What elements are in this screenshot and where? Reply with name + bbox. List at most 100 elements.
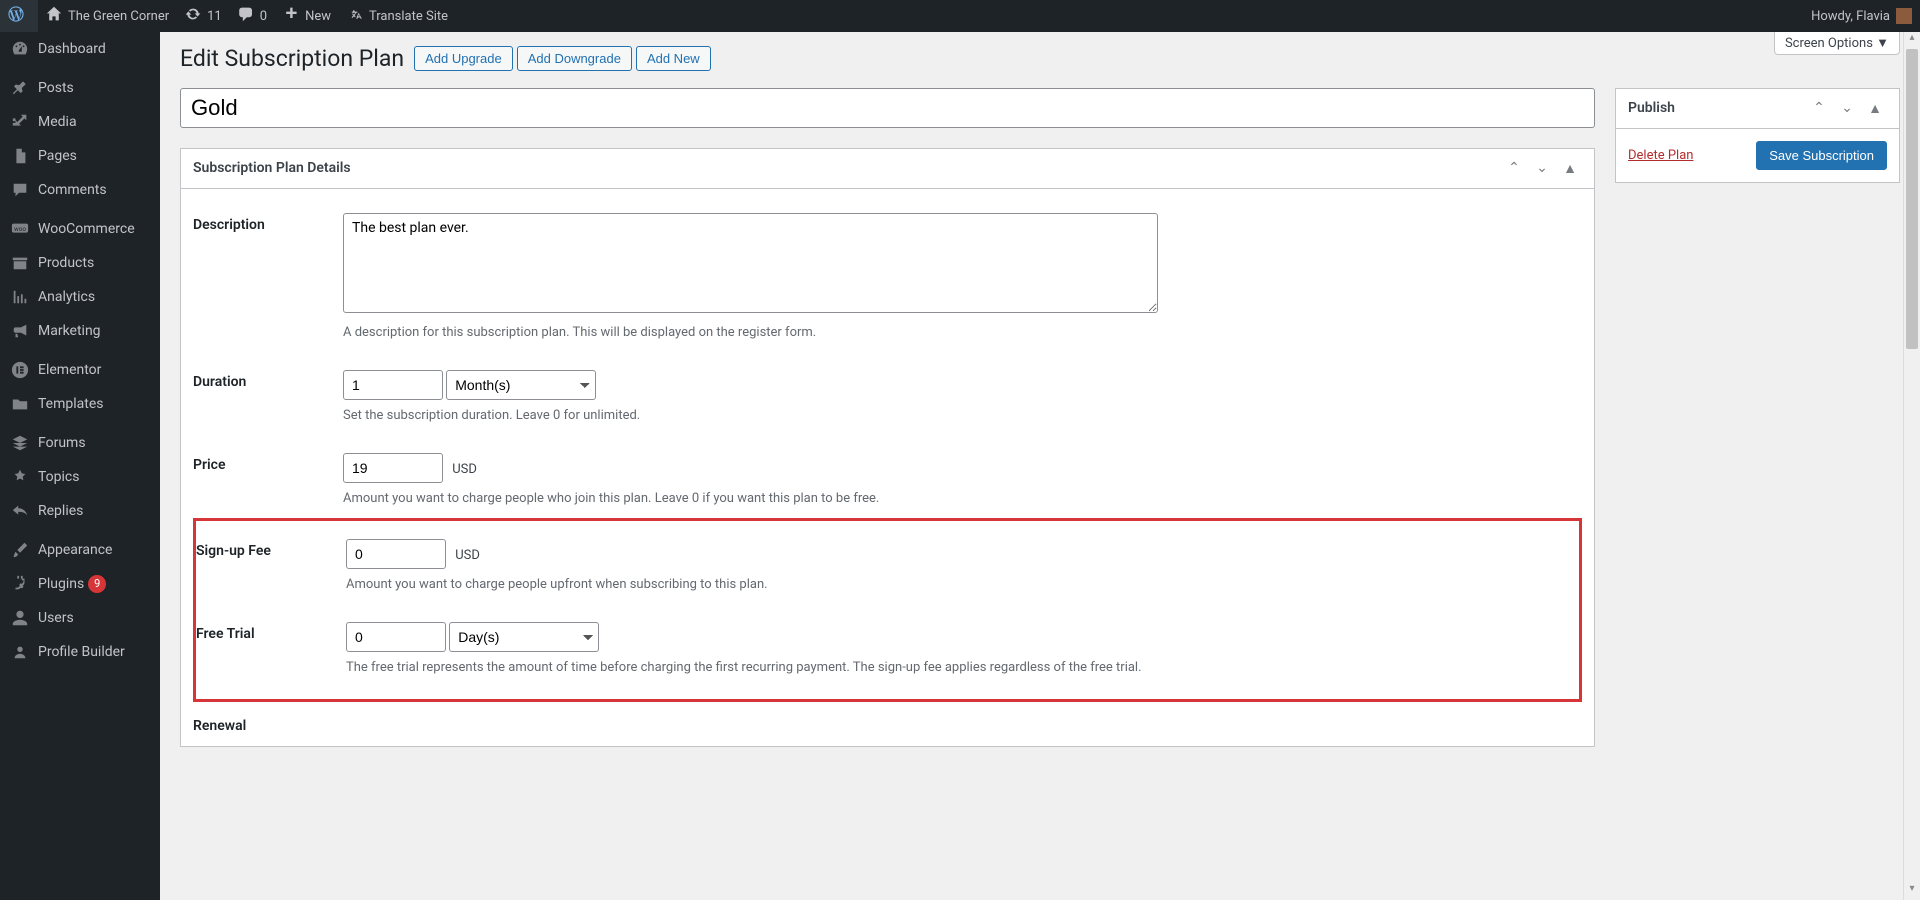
move-down-icon[interactable]: ⌄ [1835,96,1859,120]
sidebar-item-analytics[interactable]: Analytics [0,280,160,314]
sidebar-item-pages[interactable]: Pages [0,139,160,173]
signup-fee-label: Sign-up Fee [196,539,346,559]
add-new-button[interactable]: Add New [636,46,711,71]
duration-help: Set the subscription duration. Leave 0 f… [343,408,1582,423]
price-currency: USD [452,462,477,477]
wordpress-icon [8,6,24,26]
avatar [1896,8,1912,24]
sidebar-item-comments[interactable]: Comments [0,173,160,207]
dashboard-icon [10,40,30,58]
sidebar-item-profile-builder[interactable]: Profile Builder [0,635,160,669]
signup-fee-currency: USD [455,548,480,563]
home-icon [46,6,62,26]
chart-icon [10,288,30,306]
my-account-menu[interactable]: Howdy, Flavia [1803,0,1920,32]
free-trial-input[interactable] [346,622,446,652]
page-title: Edit Subscription Plan [180,44,404,74]
sidebar-item-label: Appearance [38,542,112,558]
sidebar-item-forums[interactable]: Forums [0,426,160,460]
free-trial-help: The free trial represents the amount of … [346,660,1161,675]
wp-logo-menu[interactable] [0,0,38,32]
duration-input[interactable] [343,370,443,400]
free-trial-unit-select[interactable]: Day(s) [449,622,599,652]
screen-options-toggle[interactable]: Screen Options ▼ [1774,32,1900,55]
toggle-panel-icon[interactable]: ▲ [1558,156,1582,180]
new-content-menu[interactable]: New [275,0,339,32]
publish-box: Publish ⌃ ⌄ ▲ Delete Plan Save Subscript… [1615,88,1900,183]
sidebar-item-label: Elementor [38,362,101,378]
save-subscription-button[interactable]: Save Subscription [1756,141,1887,170]
sidebar-item-label: Pages [38,148,77,164]
sidebar-item-label: Profile Builder [38,644,125,660]
sidebar-item-woocommerce[interactable]: woo WooCommerce [0,212,160,246]
vertical-scrollbar[interactable]: ▴ ▾ [1903,32,1920,900]
sidebar-item-plugins[interactable]: Plugins9 [0,567,160,601]
megaphone-icon [10,322,30,340]
description-textarea[interactable] [343,213,1158,313]
free-trial-label: Free Trial [196,622,346,642]
sidebar-item-topics[interactable]: Topics [0,460,160,494]
sidebar-item-elementor[interactable]: Elementor [0,353,160,387]
sidebar-item-label: Posts [38,80,74,96]
topic-icon [10,468,30,486]
move-up-icon[interactable]: ⌃ [1502,156,1526,180]
sidebar-item-label: WooCommerce [38,221,135,237]
add-upgrade-button[interactable]: Add Upgrade [414,46,513,71]
plus-icon [283,6,299,26]
forum-icon [10,434,30,452]
sidebar-item-templates[interactable]: Templates [0,387,160,421]
price-input[interactable] [343,453,443,483]
sidebar-item-label: Plugins [38,576,84,592]
delete-plan-link[interactable]: Delete Plan [1628,148,1693,163]
plan-title-input[interactable] [180,88,1595,128]
page-icon [10,147,30,165]
move-down-icon[interactable]: ⌄ [1530,156,1554,180]
scroll-down-icon[interactable]: ▾ [1904,883,1920,900]
sidebar-item-label: Templates [38,396,104,412]
description-label: Description [193,213,343,233]
signup-fee-help: Amount you want to charge people upfront… [346,577,1579,592]
sidebar-item-dashboard[interactable]: Dashboard [0,32,160,66]
folder-icon [10,395,30,413]
updates-menu[interactable]: 11 [177,0,230,32]
sidebar-item-products[interactable]: Products [0,246,160,280]
sidebar-item-label: Media [38,114,77,130]
archive-icon [10,254,30,272]
translate-icon [347,6,363,26]
site-name-menu[interactable]: The Green Corner [38,0,177,32]
translate-site-menu[interactable]: Translate Site [339,0,456,32]
sidebar-item-replies[interactable]: Replies [0,494,160,528]
plan-details-heading: Subscription Plan Details [193,160,351,176]
plan-details-box: Subscription Plan Details ⌃ ⌄ ▲ Descript… [180,148,1595,747]
svg-text:woo: woo [14,225,26,233]
duration-unit-select[interactable]: Month(s) [446,370,596,400]
move-up-icon[interactable]: ⌃ [1807,96,1831,120]
update-icon [185,6,201,26]
sidebar-item-appearance[interactable]: Appearance [0,533,160,567]
sidebar-item-label: Products [38,255,94,271]
sidebar-item-label: Comments [38,182,107,198]
comments-count: 0 [260,9,267,24]
comments-menu[interactable]: 0 [230,0,275,32]
comment-icon [238,6,254,26]
sidebar-item-users[interactable]: Users [0,601,160,635]
sidebar-item-label: Analytics [38,289,95,305]
sidebar-item-label: Forums [38,435,86,451]
main-content: Screen Options ▼ Edit Subscription Plan … [160,32,1920,767]
price-help: Amount you want to charge people who joi… [343,491,1582,506]
add-downgrade-button[interactable]: Add Downgrade [517,46,632,71]
highlighted-section: Sign-up Fee USD Amount you want to charg… [193,518,1582,702]
sidebar-item-marketing[interactable]: Marketing [0,314,160,348]
signup-fee-input[interactable] [346,539,446,569]
scroll-up-icon[interactable]: ▴ [1904,32,1920,49]
publish-heading: Publish [1628,100,1675,116]
sidebar-item-posts[interactable]: Posts [0,71,160,105]
sidebar-item-label: Users [38,610,74,626]
sidebar-item-media[interactable]: Media [0,105,160,139]
scroll-thumb[interactable] [1906,49,1918,349]
price-label: Price [193,453,343,473]
admin-toolbar: The Green Corner 11 0 New Translate Site… [0,0,1920,32]
toggle-panel-icon[interactable]: ▲ [1863,96,1887,120]
brush-icon [10,541,30,559]
sidebar-item-label: Dashboard [38,41,106,57]
